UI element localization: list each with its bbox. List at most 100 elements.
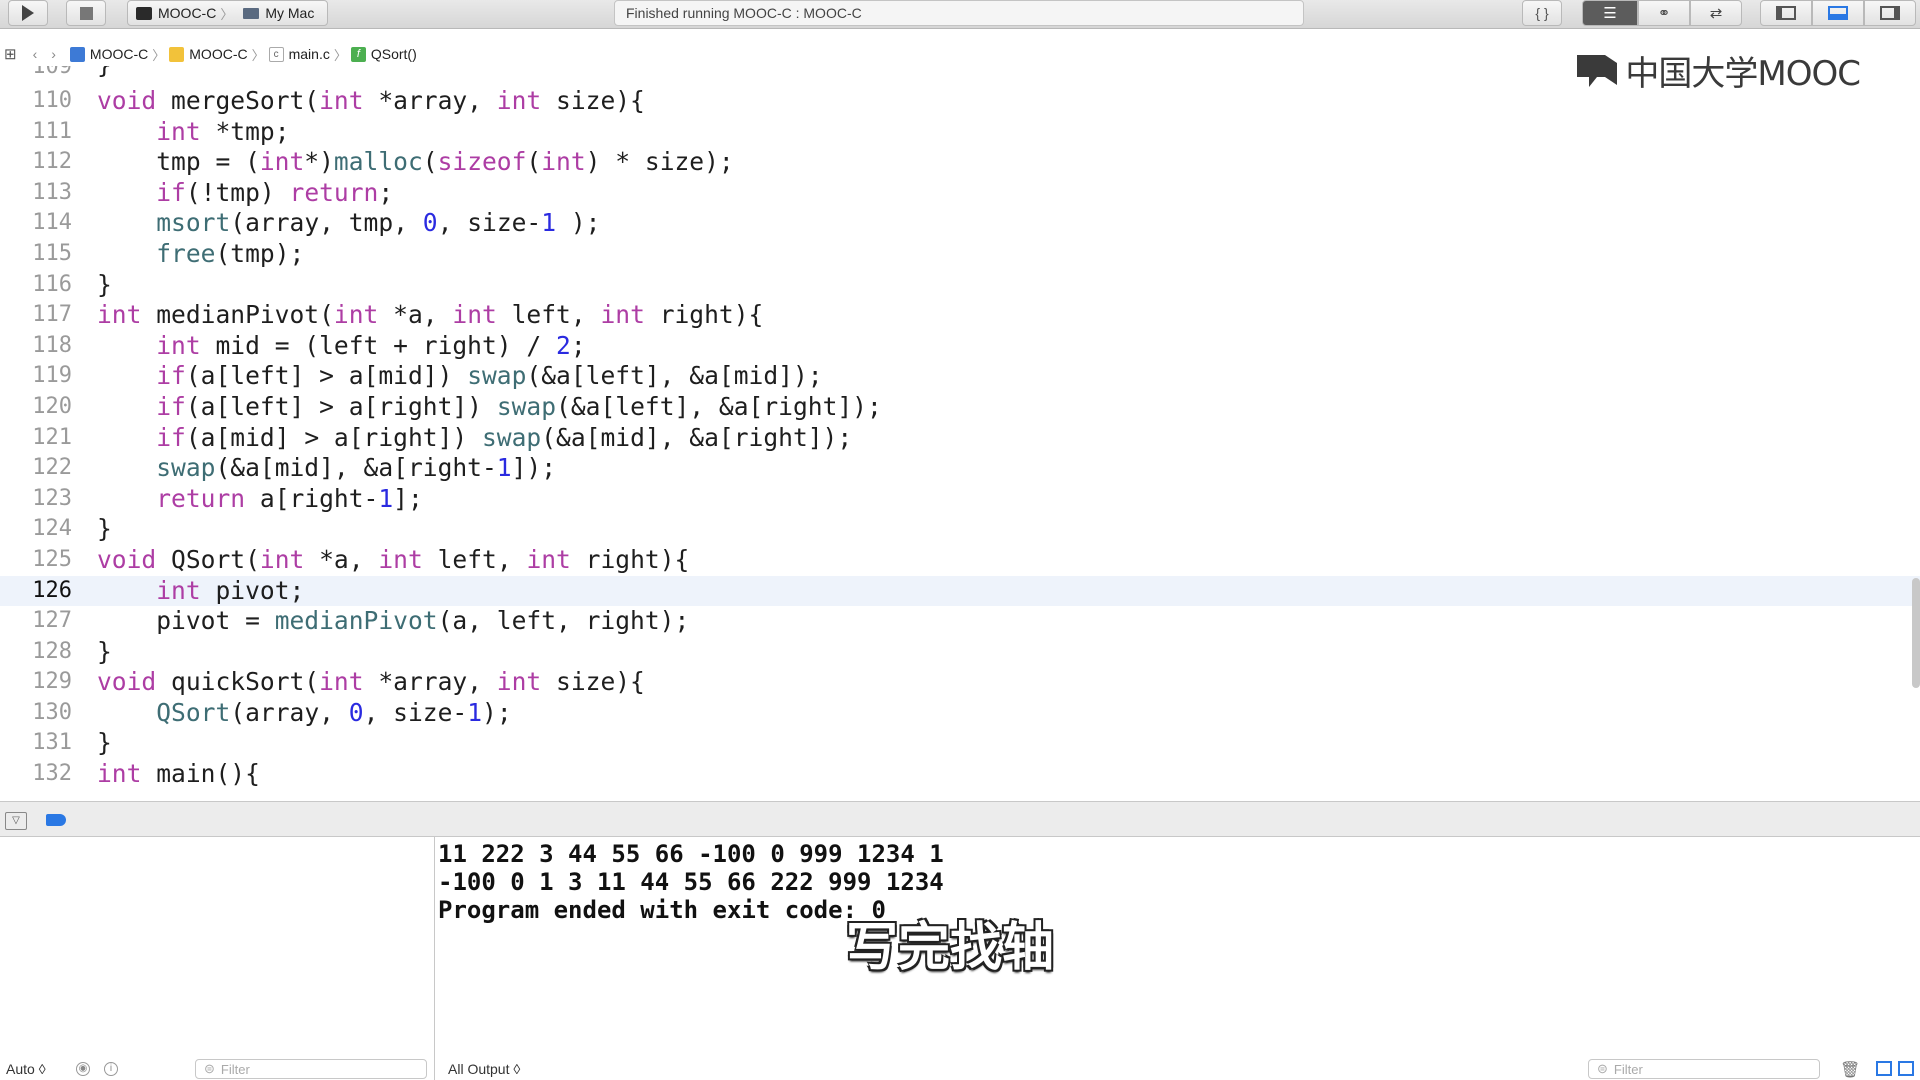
code-line: 124} [0,514,1920,545]
forward-arrow-icon[interactable]: › [51,46,56,62]
info-icon[interactable]: i [104,1062,118,1076]
terminal-icon [136,6,152,20]
chevron-right-icon: 〉 [220,6,234,22]
code-line: 131} [0,728,1920,759]
code-line: 111 int *tmp; [0,117,1920,148]
standard-editor-button[interactable]: ☰ [1582,0,1638,26]
scheme-selector[interactable]: MOOC-C 〉 My Mac [127,0,328,26]
rings-icon: ⚭ [1657,5,1671,22]
filter-placeholder: Filter [220,1061,250,1077]
code-text: void QSort(int *a, int left, int right){ [97,544,690,574]
code-line: 115 free(tmp); [0,239,1920,270]
code-line: 123 return a[right-1]; [0,484,1920,515]
line-number: 111 [32,118,72,144]
stop-icon [79,6,93,20]
back-arrow-icon[interactable]: ‹ [33,46,38,62]
code-text: } [97,514,112,544]
code-text: free(tmp); [156,238,305,268]
line-number: 121 [32,424,72,450]
folder-icon [169,46,185,62]
code-line: 114 msort(array, tmp, 0, size-1 ); [0,208,1920,239]
breadcrumb-label: MOOC-C [189,46,248,62]
line-number: 109 [32,66,72,79]
mac-icon [243,7,260,19]
code-text: } [97,269,112,299]
line-number: 110 [32,88,72,113]
breadcrumb-label: main.c [288,46,330,62]
breadcrumb-file[interactable]: c main.c [268,46,330,62]
code-editor[interactable]: 109} 110 void mergeSort(int *array, int s… [0,66,1920,801]
debug-area-toggle[interactable] [1812,0,1864,26]
filter-icon: ⊜ [1597,1061,1608,1076]
trash-icon[interactable]: 🗑 [1840,1060,1860,1080]
navigator-toggle[interactable] [1760,0,1812,26]
line-number: 127 [32,608,72,634]
code-line: 130 QSort(array, 0, size-1); [0,698,1920,729]
bottom-panel-icon [1828,6,1848,20]
line-number: 131 [32,730,72,756]
breadcrumb-folder[interactable]: MOOC-C [169,46,248,62]
code-text: QSort(array, 0, size-1); [156,697,512,727]
library-button[interactable]: { } [1522,0,1562,26]
line-number: 112 [32,149,72,175]
related-items-icon[interactable]: ⊞ [4,45,17,63]
debug-bottom-bar: Auto ◊ ◉ i ⊜ Filter All Output ◊ ⊜ Filte… [0,1058,1920,1080]
panel-toggle-segment [1760,0,1916,26]
code-text: pivot = medianPivot(a, left, right); [97,606,690,636]
breadcrumb-function[interactable]: f QSort() [350,46,417,62]
toolbar: MOOC-C 〉 My Mac Finished running MOOC-C … [0,0,1920,29]
line-number: 119 [32,363,72,389]
chevron-right-icon: 〉 [251,47,265,63]
editor-scrollbar[interactable] [1912,578,1920,688]
code-line: 127 pivot = medianPivot(a, left, right); [0,606,1920,637]
console-output-selector[interactable]: All Output ◊ [448,1061,520,1077]
line-number: 122 [32,455,72,481]
code-text: void mergeSort(int *array, int size){ [97,86,645,115]
version-editor-button[interactable]: ⇄ [1690,0,1742,26]
split-view-left-icon[interactable] [1876,1061,1892,1076]
console-line: -100 0 1 3 11 44 55 66 222 999 1234 [438,868,944,896]
code-text: } [97,66,112,77]
code-text: int pivot; [156,575,305,605]
arrows-icon: ⇄ [1709,5,1723,22]
code-text: if(a[left] > a[right]) swap(&a[left], &a… [156,391,882,421]
code-line: 116} [0,270,1920,301]
line-number: 123 [32,485,72,511]
stop-button[interactable] [66,0,106,26]
console-output[interactable]: 11 222 3 44 55 66 -100 0 999 1234 1 -100… [438,837,1920,1080]
hide-debug-area-icon[interactable]: ▽ [5,812,27,830]
chevron-right-icon: 〉 [333,47,347,63]
variables-filter-input[interactable]: ⊜ Filter [195,1059,427,1079]
split-view-right-icon[interactable] [1898,1061,1914,1076]
eye-icon[interactable]: ◉ [76,1062,90,1076]
utilities-toggle[interactable] [1864,0,1916,26]
code-text: void quickSort(int *array, int size){ [97,667,645,697]
console-filter-input[interactable]: ⊜ Filter [1588,1059,1820,1079]
editor-mode-segment: ☰ ⚭ ⇄ [1582,0,1742,26]
chevron-right-icon: 〉 [152,47,166,63]
code-line: 122 swap(&a[mid], &a[right-1]); [0,453,1920,484]
variables-scope-selector[interactable]: Auto ◊ [6,1061,46,1077]
scheme-name: MOOC-C [158,5,217,21]
code-line: 110 void mergeSort(int *array, int size){ [0,86,1920,117]
code-line: 109} [0,66,1920,86]
code-text: msort(array, tmp, 0, size-1 ); [156,208,601,238]
code-text: int main(){ [97,759,260,789]
line-number: 128 [32,638,72,664]
breadcrumb-label: QSort() [370,46,417,62]
debug-bar: ▽ [0,801,1920,837]
line-number: 130 [32,699,72,725]
braces-icon: { } [1535,5,1549,21]
assistant-editor-button[interactable]: ⚭ [1638,0,1690,26]
run-button[interactable] [8,0,48,26]
breadcrumb-project[interactable]: MOOC-C [69,46,149,62]
left-panel-icon [1776,6,1796,20]
filter-icon: ⊜ [204,1061,215,1076]
lines-icon: ☰ [1603,5,1617,22]
video-subtitle: 写完找轴 [846,918,1055,978]
code-text: if(!tmp) return; [156,177,394,207]
breadcrumb-label: MOOC-C [89,46,149,62]
breakpoints-toggle-icon[interactable] [46,814,66,826]
code-text: int mid = (left + right) / 2; [156,330,586,360]
variables-view [0,837,435,1080]
